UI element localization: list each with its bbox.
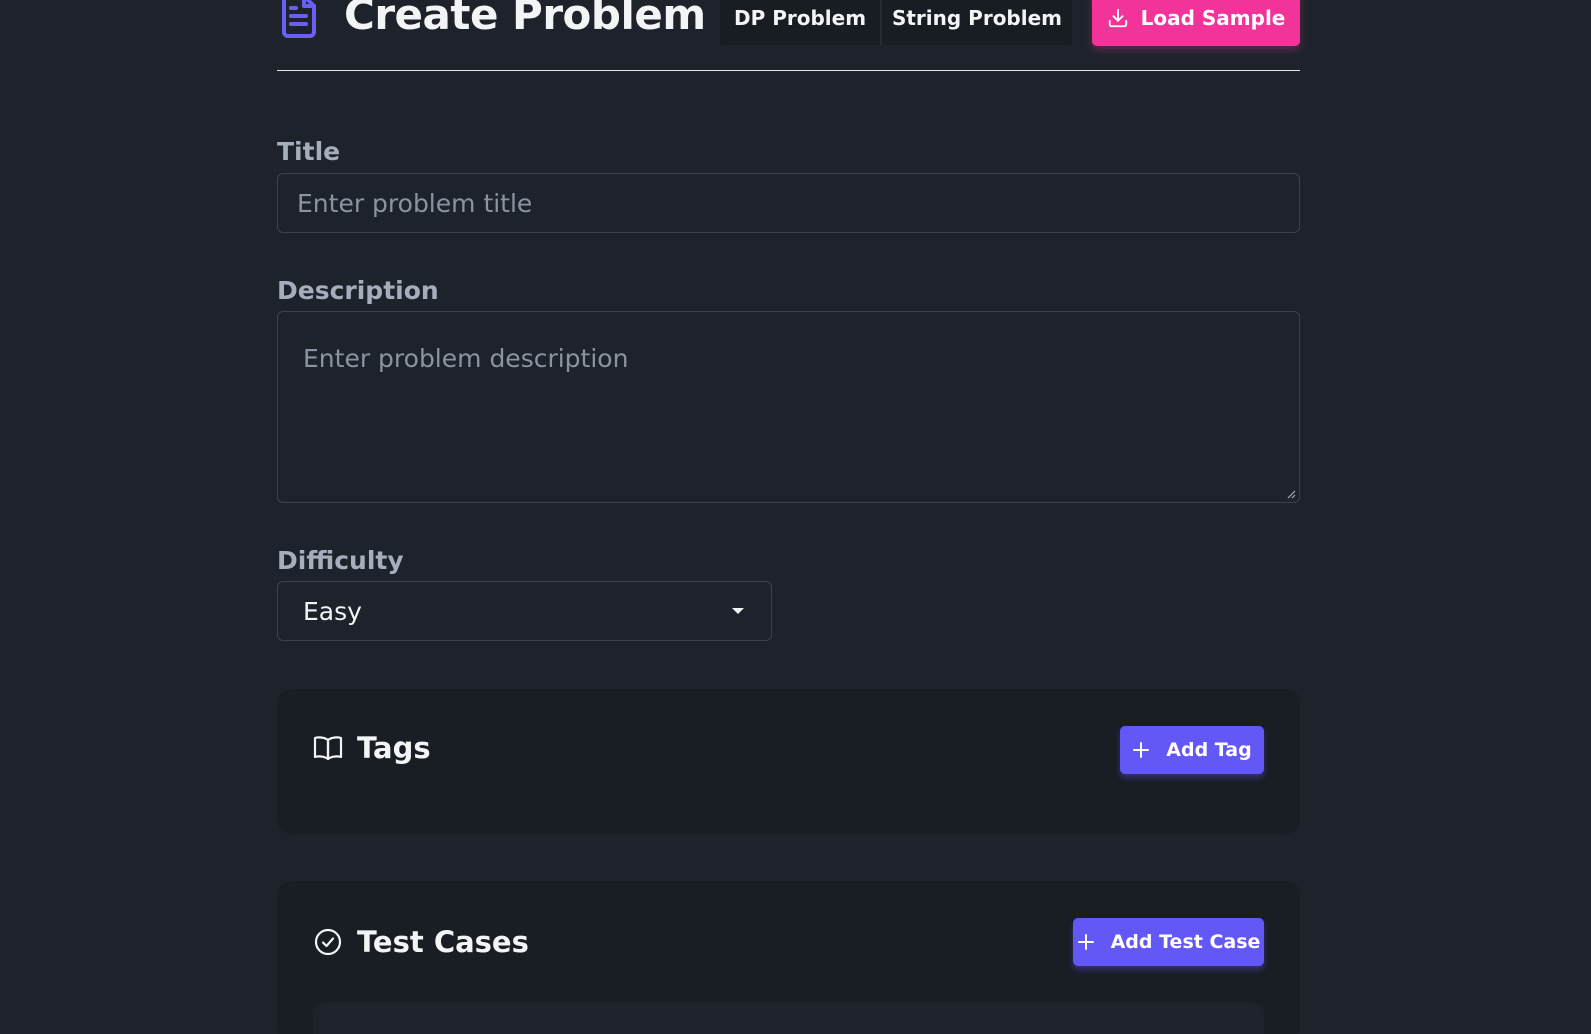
difficulty-select[interactable]: Easy: [277, 581, 772, 641]
difficulty-value: Easy: [303, 596, 362, 626]
chevron-down-icon: [732, 608, 744, 614]
difficulty-label: Difficulty: [277, 546, 404, 575]
page-title: Create Problem: [344, 0, 706, 39]
document-icon: [280, 0, 318, 40]
test-case-panel: [313, 1002, 1264, 1034]
tags-header: Tags: [313, 731, 431, 765]
test-cases-card: Test Cases Add Test Case: [277, 881, 1300, 1034]
add-test-case-label: Add Test Case: [1110, 931, 1261, 953]
tags-title: Tags: [357, 731, 431, 765]
title-input[interactable]: Enter problem title: [277, 173, 1300, 233]
plus-icon: [1132, 741, 1150, 759]
plus-icon: [1077, 933, 1095, 951]
title-placeholder: Enter problem title: [297, 188, 533, 218]
resize-handle-icon[interactable]: [1287, 490, 1296, 499]
sample-type-toggle: DP Problem String Problem: [720, 0, 1072, 45]
download-icon: [1107, 7, 1129, 29]
dp-problem-button[interactable]: DP Problem: [720, 0, 882, 45]
check-circle-icon: [313, 927, 343, 957]
description-textarea[interactable]: Enter problem description: [277, 311, 1300, 503]
load-sample-button[interactable]: Load Sample: [1092, 0, 1300, 46]
description-label: Description: [277, 276, 439, 305]
test-cases-header: Test Cases: [313, 925, 529, 959]
add-tag-button[interactable]: Add Tag: [1120, 726, 1264, 774]
load-sample-label: Load Sample: [1140, 6, 1286, 30]
test-cases-title: Test Cases: [357, 925, 529, 959]
book-open-icon: [313, 735, 343, 761]
page-header: Create Problem DP Problem String Problem…: [277, 0, 1300, 71]
title-label: Title: [277, 137, 341, 166]
create-problem-page: Create Problem DP Problem String Problem…: [0, 0, 1591, 1034]
description-placeholder: Enter problem description: [303, 344, 629, 373]
add-tag-label: Add Tag: [1166, 739, 1252, 761]
tags-card: Tags Add Tag: [277, 689, 1300, 834]
string-problem-button[interactable]: String Problem: [882, 0, 1072, 45]
add-test-case-button[interactable]: Add Test Case: [1073, 918, 1264, 966]
